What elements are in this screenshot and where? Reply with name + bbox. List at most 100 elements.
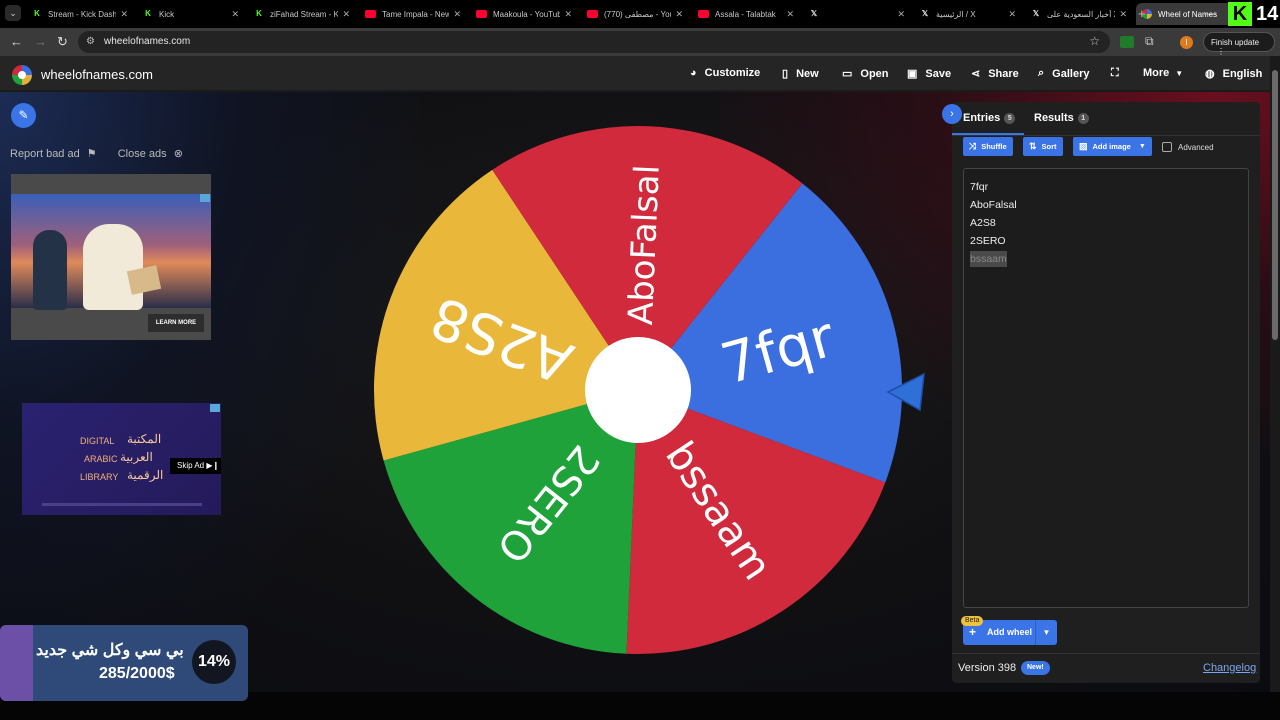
extension-icon[interactable] bbox=[1120, 36, 1134, 48]
tab-title: Kick bbox=[159, 9, 175, 19]
customize-button[interactable]: ◕ Customize bbox=[690, 67, 760, 79]
tab-close-icon[interactable]: ✕ bbox=[231, 9, 239, 20]
kick-icon: K bbox=[34, 9, 40, 18]
share-button[interactable]: ⋖ Share bbox=[971, 67, 1019, 81]
finish-update-label: Finish update bbox=[1211, 38, 1260, 47]
tab-close-icon[interactable]: ✕ bbox=[453, 9, 461, 20]
forward-icon[interactable]: → bbox=[34, 34, 47, 49]
learn-more-button[interactable]: LEARN MORE bbox=[148, 314, 204, 332]
tab-close-icon[interactable]: ✕ bbox=[120, 9, 128, 20]
entry-line[interactable]: A2S8 bbox=[970, 217, 996, 229]
fullscreen-button[interactable]: ⛶ bbox=[1111, 67, 1127, 80]
logo-text[interactable]: wheelofnames.com bbox=[41, 67, 153, 82]
new-badge: New! bbox=[1021, 661, 1050, 675]
url-field[interactable]: ⚙ wheelofnames.com ☆ bbox=[78, 31, 1110, 53]
tab-close-icon[interactable]: ✕ bbox=[1008, 9, 1016, 20]
site-info-icon[interactable]: ⚙ bbox=[86, 36, 95, 47]
corner-number: 14 bbox=[1256, 3, 1279, 25]
browser-tab[interactable]: K Stream - Kick Dashboard✕ bbox=[26, 3, 134, 25]
plus-icon: + bbox=[969, 625, 977, 639]
ad-fine-print bbox=[42, 503, 202, 506]
tab-close-icon[interactable]: ✕ bbox=[675, 9, 683, 20]
gallery-button[interactable]: ⌕ Gallery bbox=[1038, 67, 1089, 80]
library-advertisement[interactable]: DIGITAL ARABIC LIBRARY المكتبة العربية ا… bbox=[22, 403, 221, 515]
language-button[interactable]: ◍ English bbox=[1205, 67, 1262, 81]
tab-close-icon[interactable]: ✕ bbox=[564, 9, 572, 20]
finish-update-button[interactable]: Finish update ⋮ bbox=[1203, 32, 1275, 56]
bookmark-star-icon[interactable]: ☆ bbox=[1089, 34, 1100, 48]
browser-tab[interactable]: Maakoula - YouTube ✕ bbox=[470, 3, 578, 25]
wheel-of-names[interactable]: 7fqrbssaam2SEROA2S8AboFalsal bbox=[372, 124, 904, 656]
sort-button[interactable]: ⇅ Sort bbox=[1023, 137, 1063, 156]
tab-close-icon[interactable]: ✕ bbox=[1119, 9, 1127, 20]
browser-tab-strip: ⌄ KStream - Kick Dashboard✕KKick✕KziFaha… bbox=[0, 0, 1280, 28]
new-tab-button[interactable]: + bbox=[1138, 6, 1146, 21]
fullscreen-icon: ⛶ bbox=[1111, 67, 1119, 79]
browser-tab[interactable]: Assala - Talabtak ✕ bbox=[692, 3, 800, 25]
entries-textarea[interactable]: 7fqr AboFalsal A2S8 2SERO bssaam bbox=[963, 168, 1249, 608]
app-header: wheelofnames.com ◕ Customize ▯ New ▭ Open ▣… bbox=[0, 56, 1270, 92]
ad-image bbox=[11, 194, 211, 310]
browser-tab[interactable]: KziFahad Stream - Kick✕ bbox=[248, 3, 356, 25]
entry-line[interactable]: bssaam bbox=[970, 251, 1007, 267]
browser-tab[interactable]: 𝕏 الرئيسية / X ✕ bbox=[914, 3, 1022, 25]
close-ads-link[interactable]: Close ads ⊗ bbox=[118, 148, 187, 160]
kick-icon: K bbox=[145, 9, 151, 18]
browser-tab[interactable]: K Kick ✕ bbox=[137, 3, 245, 25]
ad-person-elder bbox=[83, 224, 143, 310]
shuffle-icon: ⤨ bbox=[969, 141, 977, 151]
back-icon[interactable]: ← bbox=[10, 34, 23, 49]
adchoices-icon[interactable] bbox=[200, 194, 210, 202]
new-button[interactable]: ▯ New bbox=[782, 67, 819, 81]
checkbox-box[interactable] bbox=[1162, 142, 1172, 152]
browser-tab[interactable]: 𝕏 أخبار السعودية على X ✕ bbox=[1025, 3, 1133, 25]
scrollbar-thumb[interactable] bbox=[1272, 70, 1278, 340]
kick-logo-icon: K bbox=[1228, 2, 1252, 26]
edit-pencil-button[interactable]: ✎ bbox=[11, 103, 36, 128]
skip-ad-label: Skip Ad bbox=[177, 461, 205, 470]
add-image-button[interactable]: ▨ Add image ▼ bbox=[1073, 137, 1152, 156]
entry-line[interactable]: 7fqr bbox=[970, 181, 988, 193]
tab-close-icon[interactable]: ✕ bbox=[342, 9, 350, 20]
palette-icon: ◕ bbox=[690, 67, 697, 79]
add-wheel-dropdown[interactable]: ▼ bbox=[1035, 620, 1057, 645]
logo-wheel-icon[interactable] bbox=[12, 65, 32, 85]
entries-panel: Entries 5 Results 1 ⤨ Shuffle ⇅ Sort ▨ Add im… bbox=[952, 102, 1260, 683]
reload-icon[interactable]: ↻ bbox=[57, 34, 68, 50]
skip-ad-button[interactable]: Skip Ad ▶❙ bbox=[170, 458, 221, 474]
page-scrollbar[interactable] bbox=[1270, 56, 1280, 692]
tab-title: أخبار السعودية على X bbox=[1047, 9, 1115, 19]
advanced-checkbox[interactable]: Advanced bbox=[1162, 142, 1214, 152]
extensions-puzzle-icon[interactable]: ⧉ bbox=[1145, 34, 1154, 49]
save-button[interactable]: ▣ Save bbox=[907, 67, 951, 81]
shuffle-label: Shuffle bbox=[981, 142, 1007, 151]
adchoices-icon[interactable] bbox=[210, 404, 220, 412]
caret-down-icon: ▼ bbox=[1138, 143, 1146, 150]
advertisement-banner[interactable]: LEARN MORE bbox=[11, 174, 211, 340]
more-button[interactable]: More ▼ bbox=[1143, 67, 1183, 79]
wheel-center-hub[interactable] bbox=[585, 337, 691, 443]
shuffle-button[interactable]: ⤨ Shuffle bbox=[963, 137, 1013, 156]
add-image-label: Add image bbox=[1092, 142, 1131, 151]
tab-results[interactable]: Results 1 bbox=[1034, 112, 1089, 124]
image-icon: ▨ bbox=[1079, 141, 1088, 151]
advanced-label: Advanced bbox=[1178, 142, 1214, 152]
tab-close-icon[interactable]: ✕ bbox=[786, 9, 794, 20]
sort-label: Sort bbox=[1041, 142, 1057, 151]
entry-line[interactable]: AboFalsal bbox=[970, 199, 1017, 211]
browser-tab[interactable]: 𝕏 ✕ bbox=[803, 3, 911, 25]
url-text[interactable]: wheelofnames.com bbox=[104, 36, 190, 47]
tab-entries[interactable]: Entries 5 bbox=[963, 112, 1016, 124]
version-text: Version 398 bbox=[958, 662, 1017, 674]
minimize-window-button[interactable]: — bbox=[1204, 6, 1216, 20]
profile-avatar[interactable]: I bbox=[1180, 36, 1193, 49]
entry-line[interactable]: 2SERO bbox=[970, 235, 1006, 247]
collapse-panel-button[interactable]: › bbox=[942, 104, 962, 124]
open-button[interactable]: ▭ Open bbox=[842, 67, 889, 81]
browser-tab[interactable]: مصطفى (770) - YouTube ✕ bbox=[581, 3, 689, 25]
tab-search-button[interactable]: ⌄ bbox=[5, 5, 21, 21]
changelog-link[interactable]: Changelog bbox=[1203, 662, 1256, 674]
report-bad-ad-link[interactable]: Report bad ad ⚑ bbox=[10, 148, 101, 160]
tab-close-icon[interactable]: ✕ bbox=[897, 9, 905, 20]
browser-tab[interactable]: Tame Impala - New ✕ bbox=[359, 3, 467, 25]
